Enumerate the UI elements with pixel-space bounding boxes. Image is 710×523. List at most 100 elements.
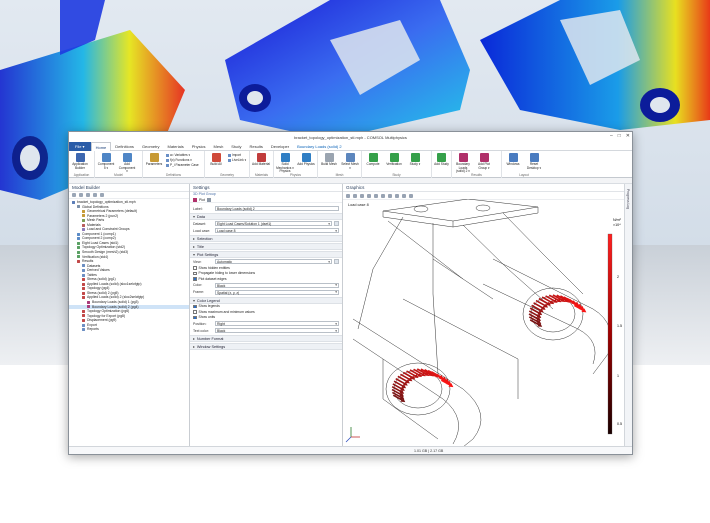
zoom-extents-icon[interactable] [360,194,364,198]
show-icon[interactable] [86,193,90,197]
tab-mesh[interactable]: Mesh [210,142,228,151]
tree-node-icon [87,300,90,304]
text-color-select[interactable]: Black [215,328,339,333]
status-bar: 1.01 GB | 2.17 GB [69,446,632,454]
tree-node-icon [82,228,85,232]
graphics-title: Graphics [343,184,626,192]
checkbox-label: Show legends [198,304,220,309]
section-plot-settings[interactable]: ▾ Plot Settings [190,251,342,258]
tree-node-icon [82,287,85,291]
tab-geometry[interactable]: Geometry [138,142,164,151]
graphics-viewport[interactable]: N/m² ×10⁴ 2 1.5 1 0.5 [343,199,626,447]
variables-button[interactable]: a= Variables ▾ [166,153,199,157]
select-mesh-icon [345,153,355,162]
screenshot-icon[interactable] [402,194,406,198]
color-select[interactable]: Black [215,282,339,288]
section-title[interactable]: ▸ Title [190,243,342,250]
tab-results[interactable]: Results [246,142,267,151]
load-case-select[interactable]: Load case 8 [215,228,339,233]
tab-boundary-loads[interactable]: Boundary Loads (solid) 2 [293,142,345,151]
expand-icon[interactable] [100,193,104,197]
view-go-icon[interactable] [334,259,339,264]
study-icon [410,153,420,162]
frame-select[interactable]: Spatial (x, y, z) [215,289,339,295]
tree-node-icon [77,205,80,209]
dataset-select[interactable]: Eight Load Cases/Solution 1 (dset1) [215,221,332,226]
checkbox[interactable] [193,266,197,270]
checkbox[interactable] [193,271,197,275]
dataset-go-icon[interactable] [334,221,339,226]
zoom-out-icon[interactable] [353,194,357,198]
print-icon[interactable] [409,194,413,198]
parameter-case-button[interactable]: P_i Parameter Case [166,163,199,167]
legend-tick: 1 [617,374,619,378]
wireframe-icon[interactable] [388,194,392,198]
tree-node-icon [77,237,80,241]
memory-usage: 1.01 GB | 2.17 GB [414,448,444,453]
progress-side-strip[interactable]: Progress Log [624,184,632,447]
legend-tick: 2 [617,275,619,279]
tree-node-icon [82,309,85,313]
maximize-button[interactable]: □ [618,133,621,139]
checkbox[interactable] [193,304,197,308]
section-color-legend[interactable]: ▾ Color Legend [190,296,342,304]
tab-file[interactable]: File ▾ [69,141,91,151]
rotate-icon[interactable] [367,194,371,198]
checkbox-label: Plot dataset edges [198,276,227,281]
model-builder-toolbar [69,192,189,199]
livelink-button[interactable]: LiveLink ▾ [228,158,246,162]
functions-button[interactable]: f(x) Functions ▾ [166,158,199,162]
tab-materials[interactable]: Materials [164,142,188,151]
zoom-in-icon[interactable] [346,194,350,198]
legend-exponent: ×10⁴ [613,223,621,227]
tree-node[interactable]: Reports [69,327,189,332]
section-number-format[interactable]: ▸ Number Format [190,335,342,342]
tree-node-icon [82,214,85,218]
position-select[interactable]: Right [215,321,339,326]
solid-mechanics-icon [280,153,290,162]
checkbox[interactable] [193,310,197,314]
back-icon[interactable] [72,193,76,197]
light-icon[interactable] [395,194,399,198]
close-button[interactable]: ✕ [626,133,630,139]
add-component-icon [122,153,132,162]
label-input[interactable]: Boundary Loads (solid) 2 [215,206,339,211]
axis-triad [345,427,360,443]
plot-button[interactable]: Plot [199,198,205,202]
collapse-icon[interactable] [93,193,97,197]
select-icon[interactable] [374,194,378,198]
tab-study[interactable]: Study [227,142,245,151]
plot-icon [193,197,197,202]
checkbox-label: Show maximum and minimum values [198,309,255,314]
forward-icon[interactable] [79,193,83,197]
ribbon-group-physics: Solid Mechanics ▾ Physics Add Physics Ph… [274,151,318,178]
checkbox[interactable] [193,277,197,281]
ribbon-group-layout: Windows Reset Desktop ▾ Layout [502,151,546,178]
component-icon [101,153,111,162]
views-icon[interactable] [381,194,385,198]
windows-icon [508,153,518,162]
legend-unit: N/m² [613,218,622,222]
tab-home[interactable]: Home [90,141,112,151]
tab-physics[interactable]: Physics [188,142,210,151]
app-builder-icon [75,153,85,162]
section-selection[interactable]: ▸ Selection [190,235,342,242]
reset-desktop-icon [529,153,539,162]
tree-node-icon [82,218,85,222]
tab-definitions[interactable]: Definitions [111,142,138,151]
add-study-button[interactable]: Add Study [434,152,449,178]
view-select[interactable]: Automatic [215,259,332,264]
plot-options-icon[interactable] [206,197,211,202]
window-controls: – □ ✕ [610,133,630,139]
import-button[interactable]: Import [228,153,246,157]
section-window-settings[interactable]: ▸ Window Settings [190,343,342,350]
checkbox-label: Show units [198,315,216,320]
checkbox[interactable] [193,315,197,319]
minimize-button[interactable]: – [610,133,613,139]
tree-node-icon [82,318,85,322]
tab-developer[interactable]: Developer [267,142,293,151]
load-case-row: Load case: Load case 8 [190,227,342,234]
ribbon-group-geometry: Build All Import LiveLink ▾ Geometry [205,151,250,178]
section-data[interactable]: ▾ Data [190,213,342,220]
ribbon-group-add-study: Add Study [432,151,452,178]
